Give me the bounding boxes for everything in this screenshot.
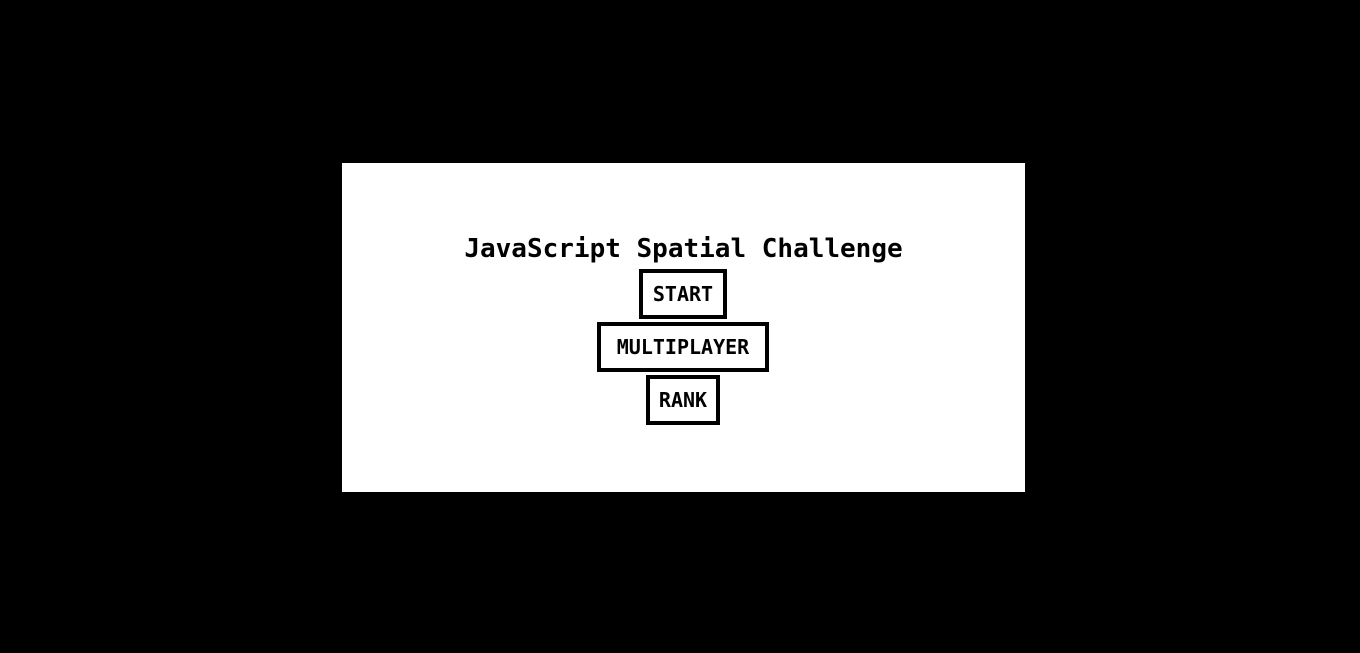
- rank-button[interactable]: RANK: [646, 375, 720, 425]
- game-canvas: JavaScript Spatial Challenge START MULTI…: [342, 163, 1025, 492]
- start-button[interactable]: START: [639, 269, 727, 319]
- main-menu: JavaScript Spatial Challenge START MULTI…: [342, 163, 1025, 492]
- game-title: JavaScript Spatial Challenge: [464, 234, 903, 264]
- multiplayer-button[interactable]: MULTIPLAYER: [597, 322, 769, 372]
